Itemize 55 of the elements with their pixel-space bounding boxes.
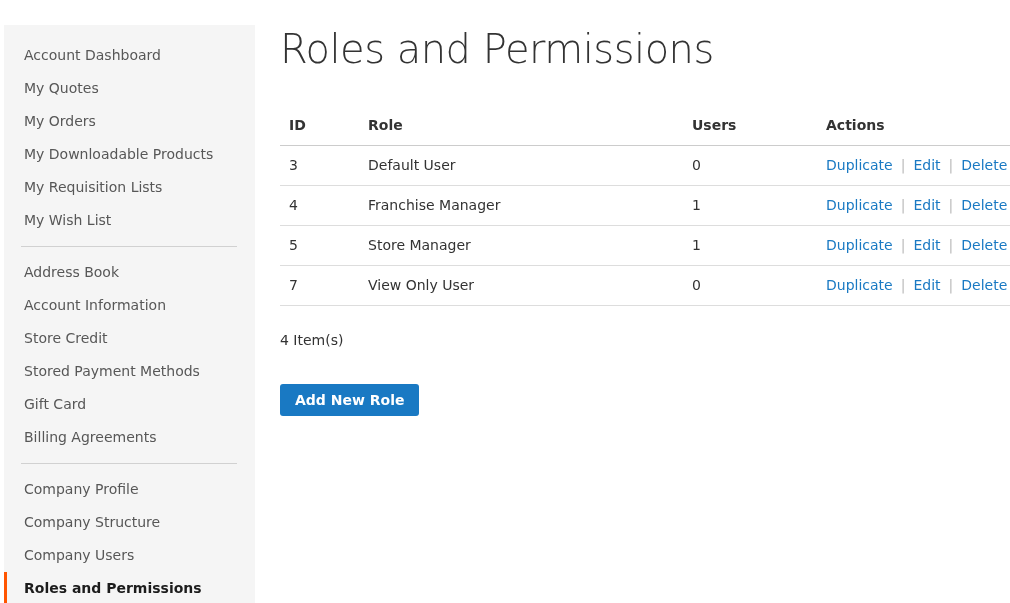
column-header: Users <box>692 117 737 133</box>
table-cell: Store Manager <box>368 237 471 253</box>
table-cell: 7 <box>289 277 298 293</box>
column-header: Actions <box>826 117 885 133</box>
sidebar-item[interactable]: My Downloadable Products <box>4 138 255 171</box>
separator-text: | <box>948 237 954 253</box>
action-link[interactable]: Delete <box>961 197 1008 213</box>
sidebar-item[interactable]: Company Users <box>4 539 255 572</box>
action-link[interactable]: Delete <box>961 237 1008 253</box>
sidebar-item[interactable]: Stored Payment Methods <box>4 355 255 388</box>
table-cell: 1 <box>692 237 701 253</box>
table-cell: 0 <box>692 277 701 293</box>
item-count: 4 Item(s) <box>280 332 345 348</box>
add-role-button[interactable]: Add New Role <box>280 384 420 416</box>
sidebar-item[interactable]: Gift Card <box>4 388 255 421</box>
table-cell: 0 <box>692 157 701 173</box>
sidebar-item[interactable]: Roles and Permissions <box>4 572 255 603</box>
separator-text: | <box>900 237 906 253</box>
table-cell: View Only User <box>368 277 475 293</box>
action-link[interactable]: Edit <box>913 157 941 173</box>
sidebar-item[interactable]: Company Profile <box>4 473 255 506</box>
action-link[interactable]: Duplicate <box>826 197 893 213</box>
sidebar-item[interactable]: Billing Agreements <box>4 421 255 454</box>
sidebar-item[interactable]: My Requisition Lists <box>4 171 255 204</box>
sidebar-item[interactable]: Account Information <box>4 289 255 322</box>
action-link[interactable]: Delete <box>961 157 1008 173</box>
separator-text: | <box>948 197 954 213</box>
page-title: Roles and Permissions <box>280 26 715 72</box>
table-cell: 4 <box>289 197 298 213</box>
table-cell: 1 <box>692 197 701 213</box>
column-header: ID <box>289 117 306 133</box>
table-cell: 3 <box>289 157 298 173</box>
sidebar-item[interactable]: Store Credit <box>4 322 255 355</box>
action-link[interactable]: Edit <box>913 277 941 293</box>
table-cell: Default User <box>368 157 456 173</box>
sidebar-item[interactable]: My Quotes <box>4 72 255 105</box>
separator-text: | <box>948 157 954 173</box>
sidebar-item[interactable]: Company Structure <box>4 506 255 539</box>
sidebar-item[interactable]: Account Dashboard <box>4 39 255 72</box>
action-link[interactable]: Delete <box>961 277 1008 293</box>
sidebar-item[interactable]: My Orders <box>4 105 255 138</box>
sidebar-item[interactable]: My Wish List <box>4 204 255 237</box>
separator-text: | <box>900 277 906 293</box>
action-link[interactable]: Duplicate <box>826 237 893 253</box>
separator-text: | <box>900 197 906 213</box>
table-cell: 5 <box>289 237 298 253</box>
table-cell: Franchise Manager <box>368 197 501 213</box>
action-link[interactable]: Edit <box>913 197 941 213</box>
sidebar-item[interactable]: Address Book <box>4 256 255 289</box>
column-header: Role <box>368 117 403 133</box>
action-link[interactable]: Edit <box>913 237 941 253</box>
separator-text: | <box>900 157 906 173</box>
action-link[interactable]: Duplicate <box>826 277 893 293</box>
action-link[interactable]: Duplicate <box>826 157 893 173</box>
separator-text: | <box>948 277 954 293</box>
